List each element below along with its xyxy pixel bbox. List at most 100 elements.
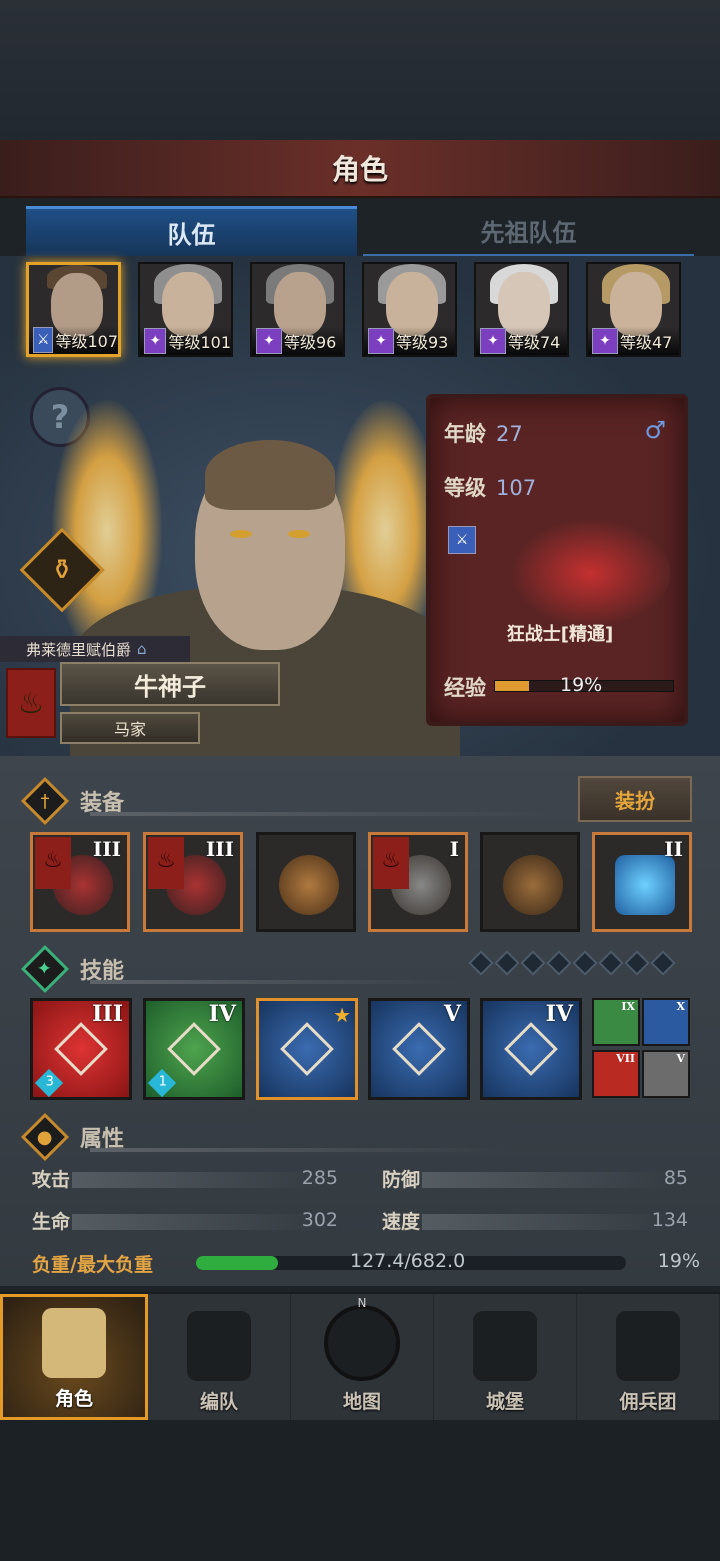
hero-eye-left	[230, 530, 252, 538]
divider	[90, 980, 460, 984]
class-name: 狂战士[精通]	[506, 624, 614, 645]
skill-level-badge: 3	[34, 1068, 64, 1097]
empty-slot-icon	[468, 950, 494, 976]
boots-icon	[503, 855, 563, 915]
passive-skill-1[interactable]: IX	[592, 998, 640, 1046]
hero-hair	[205, 440, 335, 510]
passive-skill-3[interactable]: VII	[592, 1050, 640, 1098]
party-portraits: ⚔ 等级107 ✦ 等级101 ✦ 等级96 ✦ 等级93 ✦ 等级74 ✦ 等级47	[26, 262, 681, 357]
dress-up-button[interactable]: 装扮	[578, 776, 692, 822]
party-member-2[interactable]: ✦ 等级101	[138, 262, 233, 357]
skill-level-badge: 1	[147, 1068, 177, 1097]
castle-icon	[473, 1311, 537, 1381]
crystal-sword-icon	[392, 1022, 446, 1076]
bottom-background	[0, 1420, 720, 1561]
banner-icon: ♨	[35, 837, 71, 889]
sword-icon: ⚔	[33, 327, 54, 353]
crystal-bird-icon	[504, 1022, 558, 1076]
level-badge: ✦ 等级101	[140, 327, 231, 355]
passive-skill-4[interactable]: V	[642, 1050, 690, 1098]
knight-icon	[42, 1308, 106, 1378]
equip-slot-amulet[interactable]: II	[592, 832, 692, 932]
hero-name[interactable]: 牛神子	[60, 662, 280, 706]
skill-bird-strike[interactable]: IV 1	[143, 998, 245, 1100]
load-value: 127.4/682.0	[350, 1250, 466, 1272]
speed-row: 速度 134	[382, 1209, 688, 1233]
nav-map[interactable]: N 地图	[291, 1294, 434, 1420]
star-icon: ★	[333, 1003, 351, 1027]
staff-icon: ✦	[480, 328, 506, 354]
equip-slot-helmet[interactable]	[256, 832, 356, 932]
divider	[90, 1148, 510, 1152]
age-row: 年龄 27	[444, 422, 523, 446]
empty-slot-icon	[494, 950, 520, 976]
party-member-6[interactable]: ✦ 等级47	[586, 262, 681, 357]
compass-map-icon	[324, 1305, 400, 1381]
equip-slot-armor[interactable]: ♨ I	[368, 832, 468, 932]
male-icon: ♂	[644, 416, 666, 444]
party-member-1[interactable]: ⚔ 等级107	[26, 262, 121, 357]
star-icon: ✦	[20, 944, 70, 994]
exp-fill	[495, 681, 529, 691]
banner-icon: ♨	[373, 837, 409, 889]
claw-icon	[280, 1022, 334, 1076]
title-bar: 角色	[0, 140, 720, 198]
equip-slot-weapon-1[interactable]: ♨ III	[30, 832, 130, 932]
empty-slot-icon	[546, 950, 572, 976]
hp-row: 生命 302	[32, 1209, 338, 1233]
level-badge: ✦ 等级74	[476, 327, 567, 355]
bird-strike-icon	[167, 1022, 221, 1076]
empty-slot-icon	[598, 950, 624, 976]
nav-mercenaries[interactable]: 佣兵团	[577, 1294, 720, 1420]
hero-title: 弗莱德里赋伯爵 ⌂	[0, 636, 190, 662]
empty-slot-icon	[572, 950, 598, 976]
heart-amulet-icon	[615, 855, 675, 915]
load-label: 负重/最大负重	[32, 1254, 153, 1276]
load-percent: 19%	[657, 1250, 700, 1272]
skill-slot-indicators	[468, 950, 676, 976]
hero-portrait	[70, 430, 460, 756]
page-title: 角色	[331, 153, 388, 186]
load-fill	[196, 1256, 278, 1270]
level-badge: ⚔ 等级107	[29, 326, 118, 354]
nav-castle[interactable]: 城堡	[434, 1294, 577, 1420]
staff-icon: ✦	[368, 328, 394, 354]
empty-slot-icon	[624, 950, 650, 976]
skill-claw[interactable]: ★	[256, 998, 358, 1100]
hero-house: 马家	[60, 712, 200, 744]
defense-row: 防御 85	[382, 1167, 688, 1191]
empty-slot-icon	[520, 950, 546, 976]
skill-slash[interactable]: III 3	[30, 998, 132, 1100]
party-member-3[interactable]: ✦ 等级96	[250, 262, 345, 357]
passive-skill-2[interactable]: X	[642, 998, 690, 1046]
compass-letter: N	[357, 1296, 367, 1310]
empty-slot-icon	[650, 950, 676, 976]
party-member-5[interactable]: ✦ 等级74	[474, 262, 569, 357]
level-badge: ✦ 等级96	[252, 327, 343, 355]
staff-icon: ✦	[592, 328, 618, 354]
attack-row: 攻击 285	[32, 1167, 338, 1191]
sword-icon: ⚔	[448, 526, 476, 554]
top-background	[0, 0, 720, 140]
dagger-icon: †	[20, 776, 70, 826]
nav-formation[interactable]: 编队	[148, 1294, 291, 1420]
skill-crystal-sword[interactable]: V	[368, 998, 470, 1100]
staff-icon: ✦	[256, 328, 282, 354]
family-banner-icon: ♨	[6, 668, 56, 738]
mercenary-icon	[616, 1311, 680, 1381]
bottom-nav: 角色 编队 N 地图 城堡 佣兵团	[0, 1292, 720, 1420]
tab-ancestor-party[interactable]: 先祖队伍	[363, 206, 694, 256]
level-row: 等级 107	[444, 476, 537, 500]
party-member-4[interactable]: ✦ 等级93	[362, 262, 457, 357]
banner-icon: ♨	[148, 837, 184, 889]
skill-crystal-bird[interactable]: IV	[480, 998, 582, 1100]
level-badge: ✦ 等级93	[364, 327, 455, 355]
hero-eye-right	[288, 530, 310, 538]
helmet-icon	[187, 1311, 251, 1381]
person-icon: ●	[20, 1112, 70, 1162]
divider	[90, 812, 560, 816]
nav-character[interactable]: 角色	[0, 1294, 148, 1420]
tab-party[interactable]: 队伍	[26, 206, 357, 256]
equip-slot-weapon-2[interactable]: ♨ III	[143, 832, 243, 932]
equip-slot-boots[interactable]	[480, 832, 580, 932]
